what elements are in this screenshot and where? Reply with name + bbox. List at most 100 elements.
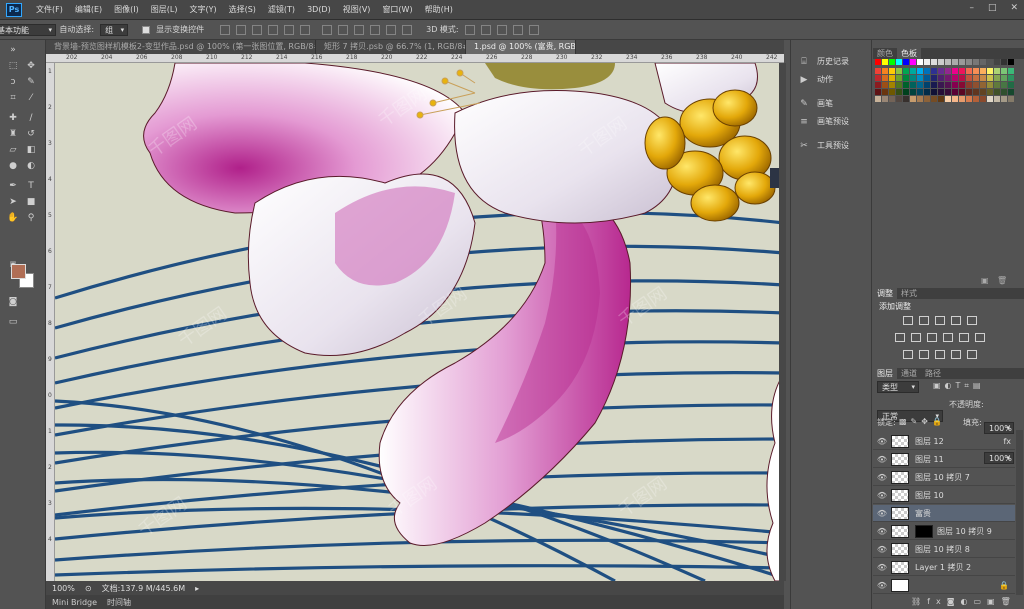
swatch-new-icon[interactable]: ▣ xyxy=(981,276,989,285)
eye-icon[interactable]: 👁 xyxy=(873,527,891,536)
color-swatch[interactable] xyxy=(924,75,930,81)
swatch-delete-icon[interactable]: 🗑 xyxy=(997,276,1007,285)
color-swatch[interactable] xyxy=(889,75,895,81)
menu-layer[interactable]: 图层(L) xyxy=(145,4,184,15)
color-swatch[interactable] xyxy=(931,82,937,88)
color-swatch[interactable] xyxy=(973,89,979,95)
threshold-icon[interactable] xyxy=(935,350,945,359)
dodge-tool-icon[interactable]: ◐ xyxy=(24,160,38,173)
brightness-icon[interactable] xyxy=(903,316,913,325)
align-left-icon[interactable] xyxy=(268,24,279,35)
color-swatch[interactable] xyxy=(952,89,958,95)
layer-row[interactable]: 👁 Layer 1 拷贝 2 xyxy=(873,559,1015,576)
move-tool-icon-2[interactable]: ✥ xyxy=(24,60,38,73)
color-swatch[interactable] xyxy=(896,82,902,88)
align-bottom-icon[interactable] xyxy=(252,24,263,35)
eraser-tool-icon[interactable]: ▱ xyxy=(6,144,20,157)
screen-mode-icon[interactable]: ▭ xyxy=(6,316,20,329)
color-swatch[interactable] xyxy=(917,89,923,95)
color-swatch[interactable] xyxy=(1001,68,1007,74)
distribute-left-icon[interactable] xyxy=(370,24,381,35)
marquee-tool-icon[interactable]: ⬚ xyxy=(6,60,20,73)
3d-slide-icon[interactable] xyxy=(512,24,523,35)
color-swatch[interactable] xyxy=(896,75,902,81)
history-brush-tool-icon[interactable]: ↺ xyxy=(24,128,38,141)
color-swatch[interactable] xyxy=(952,59,958,65)
color-swatch[interactable] xyxy=(917,59,923,65)
color-swatch[interactable] xyxy=(889,82,895,88)
tab-timeline[interactable]: 时间轴 xyxy=(107,597,131,608)
color-swatch[interactable] xyxy=(882,96,888,102)
posterize-icon[interactable] xyxy=(919,350,929,359)
color-swatch[interactable] xyxy=(973,96,979,102)
color-swatch[interactable] xyxy=(882,89,888,95)
distribute-right-icon[interactable] xyxy=(402,24,413,35)
color-swatch[interactable] xyxy=(994,82,1000,88)
menu-select[interactable]: 选择(S) xyxy=(223,4,262,15)
color-swatch[interactable] xyxy=(1008,59,1014,65)
layer-footer-icons[interactable]: ⛓fx◙◐▭▣🗑 xyxy=(911,597,1017,606)
color-swatch[interactable] xyxy=(882,68,888,74)
color-swatch[interactable] xyxy=(1008,82,1014,88)
black-white-icon[interactable] xyxy=(927,333,937,342)
color-swatch[interactable] xyxy=(875,68,881,74)
layer-mask-thumbnail[interactable] xyxy=(915,524,933,538)
document-canvas[interactable]: 千图网 千图网 千图网 千图网 千图网 千图网 千图网 千图网 千图网 xyxy=(55,63,784,581)
color-swatch[interactable] xyxy=(1008,75,1014,81)
quick-mask-icon[interactable]: ◙ xyxy=(6,296,20,309)
color-swatch[interactable] xyxy=(959,68,965,74)
color-swatch[interactable] xyxy=(924,96,930,102)
color-swatch[interactable] xyxy=(980,75,986,81)
color-swatch[interactable] xyxy=(980,68,986,74)
layer-filter-icons[interactable]: ▣◐T⌗▤ xyxy=(933,381,985,391)
layer-row[interactable]: 👁 图层 10 拷贝 9 xyxy=(873,523,1015,540)
distribute-center-icon[interactable] xyxy=(386,24,397,35)
lasso-tool-icon[interactable]: ↄ xyxy=(6,76,20,89)
color-swatch[interactable] xyxy=(889,89,895,95)
color-swatch[interactable] xyxy=(945,68,951,74)
color-balance-icon[interactable] xyxy=(911,333,921,342)
color-swatch[interactable] xyxy=(938,75,944,81)
color-swatch[interactable] xyxy=(994,89,1000,95)
color-swatch[interactable] xyxy=(966,82,972,88)
panel-actions[interactable]: ▶ 动作 xyxy=(799,74,833,85)
color-swatch[interactable] xyxy=(973,59,979,65)
brush-tool-icon[interactable]: ∕ xyxy=(24,112,38,125)
color-swatch[interactable] xyxy=(896,59,902,65)
pen-tool-icon[interactable]: ✒ xyxy=(6,180,20,193)
layer-row[interactable]: 👁 图层 10 拷贝 8 xyxy=(873,541,1015,558)
tab-layers[interactable]: 图层 xyxy=(873,368,897,379)
panel-brush-presets[interactable]: ≡ 画笔预设 xyxy=(799,116,849,127)
foreground-color-swatch[interactable] xyxy=(11,264,26,279)
color-swatch[interactable] xyxy=(1008,89,1014,95)
tab-swatches[interactable]: 色板 xyxy=(897,48,921,59)
fx-badge[interactable]: fx xyxy=(1003,437,1011,446)
eye-icon[interactable]: 👁 xyxy=(873,473,891,482)
layer-filter-dropdown[interactable]: 类型 xyxy=(877,381,919,393)
tab-document-3[interactable]: 1.psd @ 100% (富贵, RGB/8) xyxy=(466,40,576,54)
maximize-button[interactable]: □ xyxy=(988,3,997,13)
color-swatch[interactable] xyxy=(1008,96,1014,102)
color-swatch[interactable] xyxy=(973,82,979,88)
distribute-middle-icon[interactable] xyxy=(338,24,349,35)
crop-tool-icon[interactable]: ⌗ xyxy=(6,92,20,105)
color-swatch[interactable] xyxy=(1008,68,1014,74)
color-swatch[interactable] xyxy=(903,59,909,65)
color-swatch[interactable] xyxy=(910,82,916,88)
align-middle-icon[interactable] xyxy=(236,24,247,35)
stamp-tool-icon[interactable]: ♜ xyxy=(6,128,20,141)
eyedropper-tool-icon[interactable]: ⁄ xyxy=(24,92,38,105)
align-center-icon[interactable] xyxy=(284,24,295,35)
color-swatch[interactable] xyxy=(938,59,944,65)
blur-tool-icon[interactable]: ● xyxy=(6,160,20,173)
color-swatch[interactable] xyxy=(931,96,937,102)
eye-icon[interactable]: 👁 xyxy=(873,455,891,464)
color-swatch[interactable] xyxy=(917,96,923,102)
color-swatch[interactable] xyxy=(924,59,930,65)
color-swatch[interactable] xyxy=(875,75,881,81)
gradient-map-icon[interactable] xyxy=(951,350,961,359)
color-swatch[interactable] xyxy=(952,82,958,88)
color-swatch[interactable] xyxy=(1001,59,1007,65)
color-swatch[interactable] xyxy=(987,89,993,95)
color-swatch[interactable] xyxy=(889,68,895,74)
